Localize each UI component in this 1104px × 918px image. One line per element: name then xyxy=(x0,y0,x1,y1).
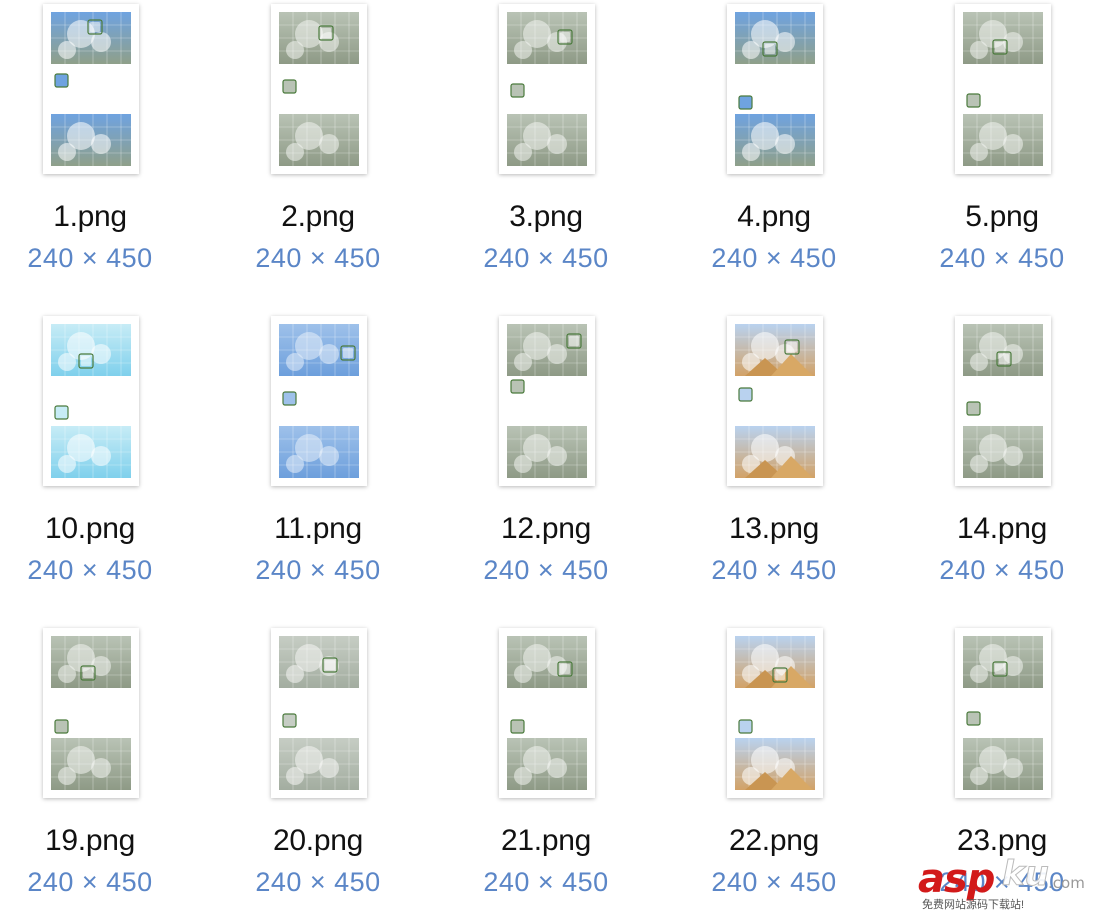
file-name[interactable]: 13.png xyxy=(686,512,862,546)
thumbnail-image xyxy=(963,12,1043,166)
file-thumbnail[interactable] xyxy=(43,316,139,486)
file-dimensions: 240 × 450 xyxy=(483,555,609,585)
file-item[interactable]: 21.png 240 × 450 xyxy=(458,628,634,918)
thumbnail-image xyxy=(51,12,131,166)
file-item[interactable]: 22.png 240 × 450 xyxy=(686,628,862,918)
thumbnail-image xyxy=(735,12,815,166)
file-name[interactable]: 12.png xyxy=(458,512,634,546)
file-dimensions: 240 × 450 xyxy=(711,243,837,273)
file-dimensions: 240 × 450 xyxy=(939,243,1065,273)
file-dimensions: 240 × 450 xyxy=(711,867,837,897)
thumbnail-image xyxy=(735,636,815,790)
file-item[interactable]: 19.png 240 × 450 xyxy=(2,628,178,918)
file-thumbnail[interactable] xyxy=(43,628,139,798)
file-thumbnail[interactable] xyxy=(499,316,595,486)
thumbnail-image xyxy=(51,324,131,478)
file-name[interactable]: 20.png xyxy=(230,824,406,858)
file-name[interactable]: 21.png xyxy=(458,824,634,858)
file-thumbnail[interactable] xyxy=(43,4,139,174)
file-name[interactable]: 19.png xyxy=(2,824,178,858)
file-thumbnail[interactable] xyxy=(727,628,823,798)
file-name[interactable]: 14.png xyxy=(914,512,1090,546)
file-name[interactable]: 10.png xyxy=(2,512,178,546)
file-thumbnail[interactable] xyxy=(499,628,595,798)
file-item[interactable]: 10.png 240 × 450 xyxy=(2,316,178,606)
file-dimensions: 240 × 450 xyxy=(483,243,609,273)
file-dimensions: 240 × 450 xyxy=(27,867,153,897)
thumbnail-image xyxy=(507,636,587,790)
file-thumbnail[interactable] xyxy=(955,316,1051,486)
file-thumbnail[interactable] xyxy=(271,4,367,174)
thumbnail-image xyxy=(507,12,587,166)
file-item[interactable]: 13.png 240 × 450 xyxy=(686,316,862,606)
thumbnail-image xyxy=(51,636,131,790)
thumbnail-image xyxy=(279,12,359,166)
file-thumbnail[interactable] xyxy=(499,4,595,174)
file-thumbnail[interactable] xyxy=(727,4,823,174)
file-grid: 1.png 240 × 450 2.png 240 × 450 3.png 240 × 4… xyxy=(0,0,1104,914)
thumbnail-image xyxy=(507,324,587,478)
file-name[interactable]: 11.png xyxy=(230,512,406,546)
file-dimensions: 240 × 450 xyxy=(483,867,609,897)
file-dimensions: 240 × 450 xyxy=(27,555,153,585)
thumbnail-image xyxy=(279,636,359,790)
file-item[interactable]: 12.png 240 × 450 xyxy=(458,316,634,606)
watermark-ku: ku xyxy=(1002,854,1050,895)
file-thumbnail[interactable] xyxy=(955,628,1051,798)
watermark-tagline: 免费网站源码下载站! xyxy=(922,899,1025,911)
file-name[interactable]: 22.png xyxy=(686,824,862,858)
file-item[interactable]: 3.png 240 × 450 xyxy=(458,4,634,294)
file-item[interactable]: 5.png 240 × 450 xyxy=(914,4,1090,294)
file-item[interactable]: 2.png 240 × 450 xyxy=(230,4,406,294)
file-name[interactable]: 5.png xyxy=(914,200,1090,234)
file-thumbnail[interactable] xyxy=(271,628,367,798)
thumbnail-image xyxy=(963,324,1043,478)
file-thumbnail[interactable] xyxy=(271,316,367,486)
file-dimensions: 240 × 450 xyxy=(255,555,381,585)
file-name[interactable]: 1.png xyxy=(2,200,178,234)
file-thumbnail[interactable] xyxy=(955,4,1051,174)
thumbnail-image xyxy=(963,636,1043,790)
file-name[interactable]: 4.png xyxy=(686,200,862,234)
file-name[interactable]: 3.png xyxy=(458,200,634,234)
file-thumbnail[interactable] xyxy=(727,316,823,486)
file-item[interactable]: 20.png 240 × 450 xyxy=(230,628,406,918)
thumbnail-image xyxy=(279,324,359,478)
file-name[interactable]: 2.png xyxy=(230,200,406,234)
watermark-com: .com xyxy=(1048,874,1085,892)
file-item[interactable]: 11.png 240 × 450 xyxy=(230,316,406,606)
file-dimensions: 240 × 450 xyxy=(27,243,153,273)
file-dimensions: 240 × 450 xyxy=(711,555,837,585)
watermark-logo: asp ku .com 免费网站源码下载站! xyxy=(918,852,1098,912)
file-dimensions: 240 × 450 xyxy=(255,243,381,273)
file-item[interactable]: 14.png 240 × 450 xyxy=(914,316,1090,606)
file-dimensions: 240 × 450 xyxy=(939,555,1065,585)
file-item[interactable]: 1.png 240 × 450 xyxy=(2,4,178,294)
thumbnail-image xyxy=(735,324,815,478)
file-dimensions: 240 × 450 xyxy=(255,867,381,897)
file-item[interactable]: 4.png 240 × 450 xyxy=(686,4,862,294)
